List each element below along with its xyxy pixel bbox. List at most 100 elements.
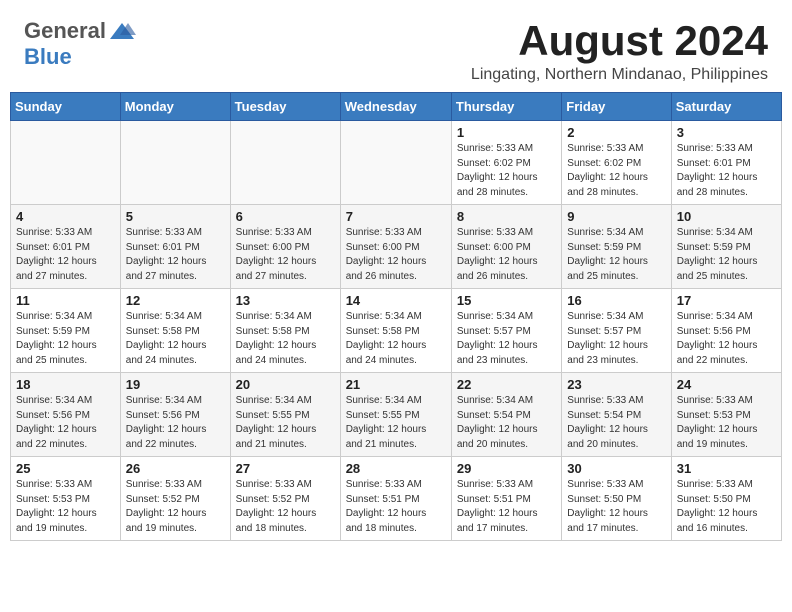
day-info: Sunrise: 5:33 AM Sunset: 6:01 PM Dayligh…: [126, 226, 225, 284]
day-number: 22: [457, 377, 556, 392]
calendar-header: SundayMondayTuesdayWednesdayThursdayFrid…: [11, 93, 782, 121]
calendar-wrapper: SundayMondayTuesdayWednesdayThursdayFrid…: [0, 92, 792, 551]
week-row-3: 11 Sunrise: 5:34 AM Sunset: 5:59 PM Dayli…: [11, 289, 782, 373]
calendar-cell: 24Sunrise: 5:33 AM Sunset: 5:53 PM Dayli…: [671, 373, 781, 457]
day-info: Sunrise: 5:34 AM Sunset: 5:58 PM Dayligh…: [126, 310, 225, 368]
day-number: 15: [457, 293, 556, 308]
day-number: 10: [677, 209, 776, 224]
calendar-cell: 10 Sunrise: 5:34 AM Sunset: 5:59 PM Dayli…: [671, 205, 781, 289]
day-info: Sunrise: 5:33 AM Sunset: 6:00 PM Dayligh…: [457, 226, 556, 284]
calendar-cell: 30 Sunrise: 5:33 AM Sunset: 5:50 PM Dayli…: [562, 457, 671, 541]
calendar-cell: [11, 121, 121, 205]
calendar-cell: 16 Sunrise: 5:34 AM Sunset: 5:57 PM Dayli…: [562, 289, 671, 373]
day-info: Sunrise: 5:33 AM Sunset: 5:54 PM Dayligh…: [567, 394, 665, 452]
day-info: Sunrise: 5:33 AM Sunset: 6:02 PM Dayligh…: [457, 142, 556, 200]
day-number: 2: [567, 125, 665, 140]
calendar-cell: 13Sunrise: 5:34 AM Sunset: 5:58 PM Dayli…: [230, 289, 340, 373]
day-info: Sunrise: 5:34 AM Sunset: 5:54 PM Dayligh…: [457, 394, 556, 452]
day-number: 9: [567, 209, 665, 224]
day-info: Sunrise: 5:33 AM Sunset: 5:50 PM Dayligh…: [677, 478, 776, 536]
calendar-cell: [120, 121, 230, 205]
day-number: 3: [677, 125, 776, 140]
calendar-cell: 18 Sunrise: 5:34 AM Sunset: 5:56 PM Dayli…: [11, 373, 121, 457]
calendar-cell: 15 Sunrise: 5:34 AM Sunset: 5:57 PM Dayli…: [451, 289, 561, 373]
weekday-header-tuesday: Tuesday: [230, 93, 340, 121]
calendar-cell: 9 Sunrise: 5:34 AM Sunset: 5:59 PM Daylig…: [562, 205, 671, 289]
calendar-cell: 2Sunrise: 5:33 AM Sunset: 6:02 PM Daylig…: [562, 121, 671, 205]
calendar-cell: 25 Sunrise: 5:33 AM Sunset: 5:53 PM Dayli…: [11, 457, 121, 541]
weekday-header-wednesday: Wednesday: [340, 93, 451, 121]
logo-icon: [108, 21, 136, 41]
title-block: August 2024 Lingating, Northern Mindanao…: [471, 18, 768, 84]
day-info: Sunrise: 5:34 AM Sunset: 5:57 PM Dayligh…: [567, 310, 665, 368]
logo: General Blue: [24, 18, 136, 70]
day-number: 14: [346, 293, 446, 308]
week-row-5: 25 Sunrise: 5:33 AM Sunset: 5:53 PM Dayli…: [11, 457, 782, 541]
day-info: Sunrise: 5:33 AM Sunset: 5:50 PM Dayligh…: [567, 478, 665, 536]
calendar-cell: 27Sunrise: 5:33 AM Sunset: 5:52 PM Dayli…: [230, 457, 340, 541]
day-info: Sunrise: 5:33 AM Sunset: 5:51 PM Dayligh…: [457, 478, 556, 536]
day-number: 7: [346, 209, 446, 224]
day-number: 11: [16, 293, 115, 308]
calendar-cell: 6 Sunrise: 5:33 AM Sunset: 6:00 PM Daylig…: [230, 205, 340, 289]
calendar-cell: 23 Sunrise: 5:33 AM Sunset: 5:54 PM Dayli…: [562, 373, 671, 457]
day-info: Sunrise: 5:34 AM Sunset: 5:56 PM Dayligh…: [16, 394, 115, 452]
day-info: Sunrise: 5:33 AM Sunset: 6:00 PM Dayligh…: [346, 226, 446, 284]
day-number: 19: [126, 377, 225, 392]
calendar-cell: [230, 121, 340, 205]
day-info: Sunrise: 5:34 AM Sunset: 5:57 PM Dayligh…: [457, 310, 556, 368]
logo-general-text: General: [24, 18, 106, 44]
day-info: Sunrise: 5:33 AM Sunset: 6:00 PM Dayligh…: [236, 226, 335, 284]
day-number: 12: [126, 293, 225, 308]
day-number: 4: [16, 209, 115, 224]
day-number: 16: [567, 293, 665, 308]
day-info: Sunrise: 5:33 AM Sunset: 6:01 PM Dayligh…: [677, 142, 776, 200]
day-number: 21: [346, 377, 446, 392]
day-number: 5: [126, 209, 225, 224]
calendar-cell: 26Sunrise: 5:33 AM Sunset: 5:52 PM Dayli…: [120, 457, 230, 541]
calendar-cell: 7 Sunrise: 5:33 AM Sunset: 6:00 PM Daylig…: [340, 205, 451, 289]
day-number: 13: [236, 293, 335, 308]
calendar-cell: 5 Sunrise: 5:33 AM Sunset: 6:01 PM Daylig…: [120, 205, 230, 289]
day-number: 1: [457, 125, 556, 140]
calendar-cell: 12 Sunrise: 5:34 AM Sunset: 5:58 PM Dayli…: [120, 289, 230, 373]
day-info: Sunrise: 5:34 AM Sunset: 5:55 PM Dayligh…: [346, 394, 446, 452]
day-number: 23: [567, 377, 665, 392]
page-header: General Blue August 2024 Lingating, Nort…: [0, 0, 792, 92]
calendar-cell: 8Sunrise: 5:33 AM Sunset: 6:00 PM Daylig…: [451, 205, 561, 289]
calendar-cell: 17Sunrise: 5:34 AM Sunset: 5:56 PM Dayli…: [671, 289, 781, 373]
calendar-cell: 21 Sunrise: 5:34 AM Sunset: 5:55 PM Dayli…: [340, 373, 451, 457]
week-row-2: 4 Sunrise: 5:33 AM Sunset: 6:01 PM Daylig…: [11, 205, 782, 289]
day-number: 28: [346, 461, 446, 476]
location: Lingating, Northern Mindanao, Philippine…: [471, 66, 768, 84]
day-info: Sunrise: 5:34 AM Sunset: 5:59 PM Dayligh…: [677, 226, 776, 284]
calendar-cell: 28Sunrise: 5:33 AM Sunset: 5:51 PM Dayli…: [340, 457, 451, 541]
calendar-cell: 22 Sunrise: 5:34 AM Sunset: 5:54 PM Dayli…: [451, 373, 561, 457]
day-number: 24: [677, 377, 776, 392]
day-number: 17: [677, 293, 776, 308]
day-info: Sunrise: 5:34 AM Sunset: 5:59 PM Dayligh…: [16, 310, 115, 368]
calendar-cell: [340, 121, 451, 205]
day-info: Sunrise: 5:34 AM Sunset: 5:58 PM Dayligh…: [346, 310, 446, 368]
calendar-cell: 19Sunrise: 5:34 AM Sunset: 5:56 PM Dayli…: [120, 373, 230, 457]
calendar-cell: 3 Sunrise: 5:33 AM Sunset: 6:01 PM Daylig…: [671, 121, 781, 205]
day-info: Sunrise: 5:33 AM Sunset: 5:53 PM Dayligh…: [16, 478, 115, 536]
calendar-cell: 14 Sunrise: 5:34 AM Sunset: 5:58 PM Dayli…: [340, 289, 451, 373]
day-number: 30: [567, 461, 665, 476]
weekday-header-friday: Friday: [562, 93, 671, 121]
weekday-header-thursday: Thursday: [451, 93, 561, 121]
day-info: Sunrise: 5:33 AM Sunset: 6:01 PM Dayligh…: [16, 226, 115, 284]
calendar-cell: 31Sunrise: 5:33 AM Sunset: 5:50 PM Dayli…: [671, 457, 781, 541]
day-number: 29: [457, 461, 556, 476]
calendar-cell: 20 Sunrise: 5:34 AM Sunset: 5:55 PM Dayli…: [230, 373, 340, 457]
weekday-header-sunday: Sunday: [11, 93, 121, 121]
calendar-cell: 4 Sunrise: 5:33 AM Sunset: 6:01 PM Daylig…: [11, 205, 121, 289]
day-info: Sunrise: 5:34 AM Sunset: 5:59 PM Dayligh…: [567, 226, 665, 284]
day-number: 18: [16, 377, 115, 392]
calendar-cell: 1 Sunrise: 5:33 AM Sunset: 6:02 PM Daylig…: [451, 121, 561, 205]
calendar: SundayMondayTuesdayWednesdayThursdayFrid…: [10, 92, 782, 541]
day-number: 20: [236, 377, 335, 392]
day-number: 6: [236, 209, 335, 224]
day-number: 25: [16, 461, 115, 476]
day-info: Sunrise: 5:34 AM Sunset: 5:55 PM Dayligh…: [236, 394, 335, 452]
